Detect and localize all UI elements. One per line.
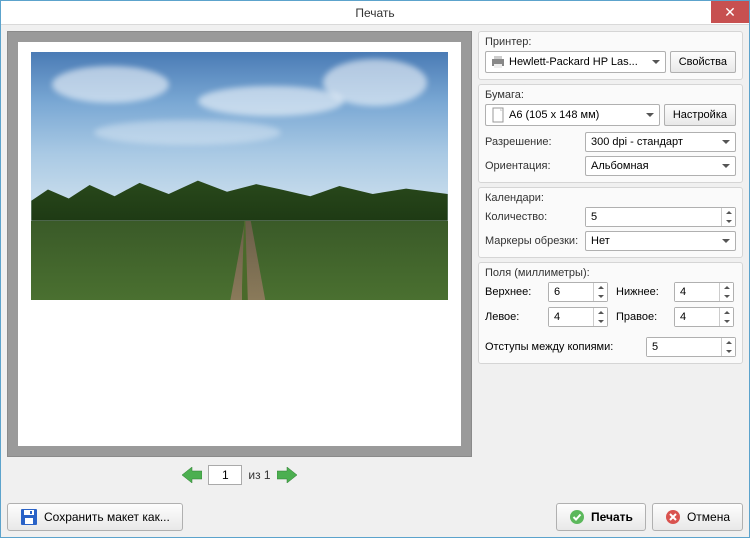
cancel-icon bbox=[665, 509, 681, 525]
page-nav: из 1 bbox=[7, 461, 472, 489]
close-button[interactable]: ✕ bbox=[711, 1, 749, 23]
gutter-spinner[interactable] bbox=[646, 337, 736, 357]
margin-bottom-label: Нижнее: bbox=[616, 286, 666, 298]
ok-icon bbox=[569, 509, 585, 525]
printer-icon bbox=[490, 54, 506, 70]
paper-setup-button[interactable]: Настройка bbox=[664, 104, 736, 126]
margins-label: Поля (миллиметры): bbox=[485, 267, 736, 279]
page-preview bbox=[18, 42, 461, 446]
preview-image bbox=[31, 52, 447, 300]
printer-label: Принтер: bbox=[485, 36, 736, 48]
resolution-select[interactable]: 300 dpi - стандарт bbox=[585, 132, 736, 152]
calendars-label: Календари: bbox=[485, 192, 736, 204]
calendars-group: Календари: Количество: Маркеры обрезки: … bbox=[478, 187, 743, 258]
printer-select[interactable]: Hewlett-Packard HP Las... bbox=[485, 51, 666, 73]
preview-pane: из 1 bbox=[7, 31, 472, 489]
margin-top-spinner[interactable] bbox=[548, 282, 608, 302]
page-icon bbox=[490, 107, 506, 123]
margin-right-label: Правое: bbox=[616, 311, 666, 323]
margin-right-spinner[interactable] bbox=[674, 307, 734, 327]
orientation-select[interactable]: Альбомная bbox=[585, 156, 736, 176]
spin-up-icon[interactable] bbox=[722, 208, 735, 217]
crop-marks-select[interactable]: Нет bbox=[585, 231, 736, 251]
gutter-label: Отступы между копиями: bbox=[485, 341, 646, 353]
preview-frame bbox=[7, 31, 472, 457]
save-icon bbox=[20, 508, 38, 526]
titlebar: Печать ✕ bbox=[1, 1, 749, 25]
margin-left-label: Левое: bbox=[485, 311, 540, 323]
print-button[interactable]: Печать bbox=[556, 503, 646, 531]
orientation-label: Ориентация: bbox=[485, 160, 585, 172]
settings-pane: Принтер: Hewlett-Packard HP Las... Свойс… bbox=[478, 31, 743, 489]
crop-marks-label: Маркеры обрезки: bbox=[485, 235, 585, 247]
count-label: Количество: bbox=[485, 211, 585, 223]
paper-group: Бумага: A6 (105 x 148 мм) Настройка Разр… bbox=[478, 84, 743, 183]
printer-group: Принтер: Hewlett-Packard HP Las... Свойс… bbox=[478, 31, 743, 80]
printer-properties-button[interactable]: Свойства bbox=[670, 51, 736, 73]
count-spinner[interactable] bbox=[585, 207, 736, 227]
paper-label: Бумага: bbox=[485, 89, 736, 101]
resolution-label: Разрешение: bbox=[485, 136, 585, 148]
margin-left-spinner[interactable] bbox=[548, 307, 608, 327]
prev-page-button[interactable] bbox=[182, 467, 202, 483]
margins-group: Поля (миллиметры): Верхнее: Нижнее: Лево… bbox=[478, 262, 743, 364]
footer: Сохранить макет как... Печать Отмена bbox=[7, 503, 743, 531]
page-total-label: из 1 bbox=[248, 468, 270, 482]
print-dialog: Печать ✕ bbox=[0, 0, 750, 538]
window-title: Печать bbox=[355, 6, 394, 20]
paper-select[interactable]: A6 (105 x 148 мм) bbox=[485, 104, 660, 126]
next-page-button[interactable] bbox=[277, 467, 297, 483]
cancel-button[interactable]: Отмена bbox=[652, 503, 743, 531]
save-layout-button[interactable]: Сохранить макет как... bbox=[7, 503, 183, 531]
page-number-input[interactable] bbox=[208, 465, 242, 485]
margin-bottom-spinner[interactable] bbox=[674, 282, 734, 302]
spin-down-icon[interactable] bbox=[722, 217, 735, 226]
margin-top-label: Верхнее: bbox=[485, 286, 540, 298]
